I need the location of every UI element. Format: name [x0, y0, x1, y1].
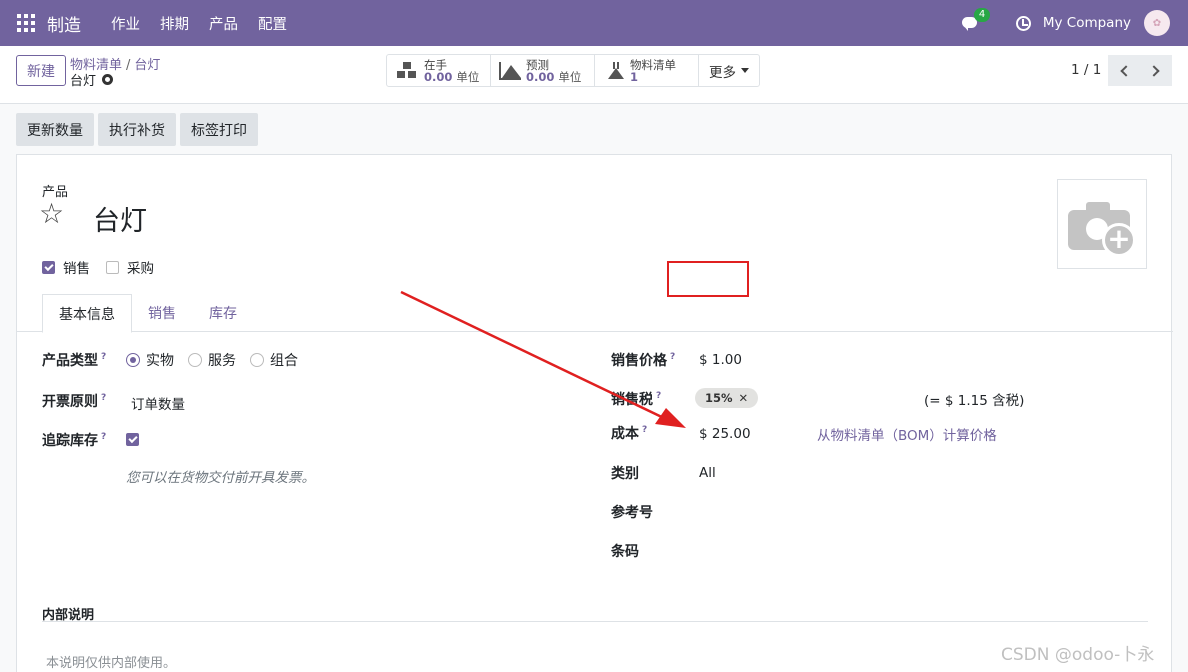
cubes-icon	[395, 60, 419, 81]
bom-smart-button[interactable]: 物料清单 1	[595, 55, 699, 86]
category-field[interactable]: All	[699, 465, 716, 481]
tab-sales[interactable]: 销售	[132, 294, 192, 332]
category-label: 类别	[611, 466, 639, 482]
company-switcher[interactable]: My Company	[1043, 15, 1131, 31]
product-image-upload[interactable]: +	[1057, 179, 1147, 269]
compute-price-from-bom-link[interactable]: 从物料清单（BOM）计算价格	[817, 424, 997, 444]
gear-icon[interactable]	[102, 74, 114, 85]
sales-price-label: 销售价格?	[611, 352, 676, 369]
app-brand[interactable]: 制造	[47, 11, 81, 36]
forecast-smart-button[interactable]: 预测 0.00 单位	[491, 55, 595, 86]
pager-next-button[interactable]	[1140, 55, 1172, 86]
menu-item-products[interactable]: 产品	[199, 13, 248, 34]
update-quantity-button[interactable]: 更新数量	[16, 113, 94, 146]
main-menu: 作业 排期 产品 配置	[101, 13, 297, 34]
control-panel: 新建 物料清单 / 台灯 台灯 在手 0.00 单位 预测 0.00 单位 物料…	[0, 46, 1188, 104]
tax-included-text: (= $ 1.15 含税)	[924, 393, 1025, 409]
checkbox-checked-icon	[42, 260, 55, 274]
invoice-policy-select[interactable]: 订单数量	[131, 393, 185, 413]
checkbox-unchecked-icon	[106, 260, 119, 274]
activity-clock-icon[interactable]	[1015, 15, 1031, 31]
replenish-button[interactable]: 执行补货	[98, 113, 176, 146]
area-chart-icon	[499, 61, 521, 80]
flask-icon	[607, 61, 625, 80]
reference-label: 参考号	[611, 505, 653, 521]
tax-tag: 15% ✕	[695, 388, 759, 408]
can-be-purchased-checkbox[interactable]: 采购	[106, 257, 154, 277]
caret-down-icon	[741, 68, 749, 73]
menu-item-operations[interactable]: 作业	[101, 13, 150, 34]
chat-count-badge: 4	[973, 8, 991, 22]
tab-general-info[interactable]: 基本信息	[42, 294, 132, 333]
favorite-star-icon[interactable]: ☆	[39, 199, 64, 229]
tab-inventory[interactable]: 库存	[193, 294, 253, 332]
product-type-label: 产品类型?	[42, 352, 107, 369]
sales-tax-label: 销售税?	[611, 391, 662, 408]
cost-field[interactable]: $ 25.00	[699, 426, 751, 442]
onhand-smart-button[interactable]: 在手 0.00 单位	[387, 55, 491, 86]
more-dropdown-button[interactable]: 更多	[699, 55, 759, 86]
menu-item-configuration[interactable]: 配置	[248, 13, 297, 34]
cost-label: 成本?	[611, 425, 648, 442]
menu-item-planning[interactable]: 排期	[150, 13, 199, 34]
pager-previous-button[interactable]	[1108, 55, 1140, 86]
tag-remove-icon[interactable]: ✕	[739, 391, 749, 405]
camera-plus-icon: +	[1068, 196, 1136, 257]
chevron-left-icon	[1120, 64, 1132, 77]
watermark-text: CSDN @odoo-卜永	[1001, 645, 1155, 665]
radio-service[interactable]: 服务	[188, 350, 236, 370]
can-be-sold-checkbox[interactable]: 销售	[42, 257, 90, 277]
breadcrumb-product[interactable]: 台灯	[134, 58, 160, 73]
record-title-text: 台灯	[70, 74, 97, 89]
user-avatar[interactable]: ✿	[1144, 10, 1170, 36]
chevron-right-icon	[1148, 64, 1160, 77]
new-button[interactable]: 新建	[16, 55, 66, 86]
track-inventory-checkbox[interactable]	[126, 433, 139, 446]
chat-icon[interactable]: 4	[961, 8, 991, 31]
apps-menu-icon[interactable]	[17, 14, 35, 32]
print-labels-button[interactable]: 标签打印	[180, 113, 258, 146]
invoice-policy-label: 开票原则?	[42, 393, 107, 410]
radio-combo[interactable]: 组合	[250, 350, 298, 370]
smart-buttons: 在手 0.00 单位 预测 0.00 单位 物料清单 1 更多	[386, 54, 760, 87]
highlight-box	[667, 261, 749, 297]
track-inventory-label: 追踪库存?	[42, 432, 107, 449]
barcode-label: 条码	[611, 544, 639, 560]
product-type-radio: 实物 服务 组合	[126, 350, 298, 370]
form-sheet: 产品 ☆ 台灯 + 销售 采购 基本信息 销售 库存 产品类型? 实物 服务 组…	[16, 154, 1173, 672]
action-buttons: 更新数量 执行补货 标签打印	[16, 113, 258, 146]
radio-goods[interactable]: 实物	[126, 350, 174, 370]
pager-value[interactable]: 1 / 1	[1071, 62, 1101, 78]
internal-notes-field[interactable]: 本说明仅供内部使用。	[46, 652, 176, 671]
sales-price-field[interactable]: $ 1.00	[699, 352, 742, 368]
invoice-hint-text: 您可以在货物交付前开具发票。	[126, 470, 315, 486]
top-navbar: 制造 作业 排期 产品 配置 4 My Company ✿	[0, 0, 1188, 46]
section-divider	[42, 621, 1148, 622]
record-title: 台灯	[70, 70, 114, 89]
form-tabs: 基本信息 销售 库存	[17, 294, 1173, 333]
product-name-field[interactable]: 台灯	[93, 199, 147, 238]
